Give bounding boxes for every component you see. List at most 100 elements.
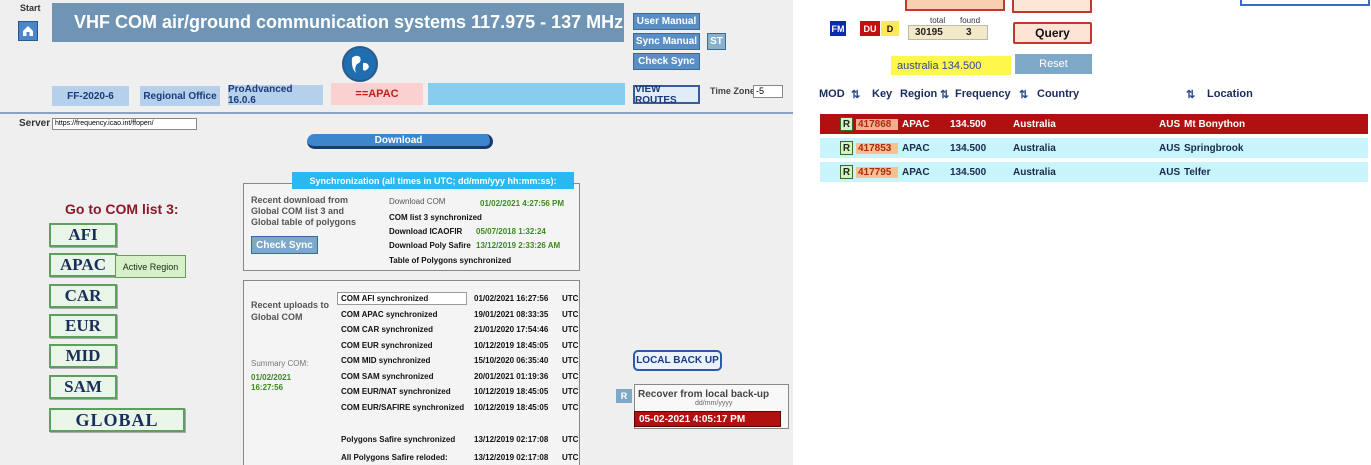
sync-manual-button[interactable]: Sync Manual: [633, 33, 700, 50]
timezone-input[interactable]: -5: [753, 85, 783, 98]
upload-tz: UTC: [562, 310, 579, 319]
record-button[interactable]: R: [840, 141, 853, 155]
recover-input[interactable]: 05-02-2021 4:05:17 PM: [634, 411, 781, 427]
upload-date: 01/02/2021 16:27:56: [474, 294, 549, 303]
divider: [0, 112, 793, 114]
st-button[interactable]: ST: [707, 33, 726, 50]
sort-icon[interactable]: ⇅: [851, 88, 860, 101]
check-sync-panel-button[interactable]: Check Sync: [251, 236, 318, 254]
poly-name: All Polygons Safire reloded:: [341, 453, 448, 462]
com-sync-form: Start VHF COM air/ground communication s…: [0, 0, 793, 465]
row-key: 417868: [856, 118, 898, 130]
fm-button[interactable]: FM: [830, 21, 846, 36]
search-input[interactable]: australia 134.500: [891, 56, 1011, 75]
upload-name: COM SAM synchronized: [341, 372, 434, 381]
upload-tz: UTC: [562, 372, 579, 381]
query-button[interactable]: Query: [1013, 22, 1092, 44]
record-button[interactable]: R: [840, 117, 853, 131]
download-poly-label: Download Poly Safire: [389, 241, 471, 250]
row-region: APAC: [902, 142, 930, 154]
row-frequency: 134.500: [950, 142, 987, 154]
sync-header: Synchronization (all times in UTC; dd/mm…: [292, 172, 574, 189]
start-label: Start: [20, 3, 41, 13]
download-icaofir-date: 05/07/2018 1:32:24: [476, 227, 546, 236]
row-region: APAC: [902, 166, 930, 178]
sort-icon[interactable]: ⇅: [1186, 88, 1195, 101]
reset-button[interactable]: Reset: [1015, 54, 1092, 74]
upload-date: 20/01/2021 01:19:36: [474, 372, 549, 381]
upload-tz: UTC: [562, 403, 579, 412]
nav-eur[interactable]: EUR: [49, 314, 117, 338]
nav-apac[interactable]: APAC: [49, 253, 117, 277]
nav-sam[interactable]: SAM: [49, 375, 117, 399]
top-control-stub: [905, 0, 1005, 11]
timezone-label: Time Zone: [710, 86, 755, 96]
local-backup-button[interactable]: LOCAL BACK UP: [633, 350, 722, 371]
record-button[interactable]: R: [840, 165, 853, 179]
summary-com-date: 01/02/2021 16:27:56: [251, 373, 292, 392]
row-frequency: 134.500: [950, 166, 987, 178]
home-button[interactable]: [18, 21, 38, 41]
ff-version-tag: FF-2020-6: [52, 86, 129, 106]
upload-date: 21/01/2020 17:54:46: [474, 325, 549, 334]
poly-tz: UTC: [562, 435, 579, 444]
server-label: Server: [19, 118, 51, 129]
nav-mid[interactable]: MID: [49, 344, 117, 368]
upload-name: COM EUR/NAT synchronized: [341, 387, 451, 396]
upload-date: 15/10/2020 06:35:40: [474, 356, 549, 365]
download-button[interactable]: Download: [307, 134, 493, 149]
upload-tz: UTC: [562, 341, 579, 350]
sort-icon[interactable]: ⇅: [1019, 88, 1028, 101]
upload-name: COM CAR synchronized: [341, 325, 434, 334]
upload-date: 10/12/2019 18:45:05: [474, 403, 549, 412]
check-sync-button[interactable]: Check Sync: [633, 53, 700, 70]
recent-uploads-label: Recent uploads to Global COM: [251, 300, 330, 322]
r-button[interactable]: R: [616, 389, 632, 403]
col-header-mod[interactable]: MOD: [819, 88, 845, 100]
table-row[interactable]: R 417868 APAC 134.500 Australia AUS Mt Bonytho…: [820, 114, 1368, 134]
col-header-country[interactable]: Country: [1037, 88, 1092, 100]
recent-download-label: Recent download from Global COM list 3 a…: [251, 195, 357, 227]
download-icaofir-label: Download ICAOFIR: [389, 227, 463, 236]
search-results-panel: FM DU D total found 30195 3 Query austra…: [815, 0, 1371, 465]
poly-tz: UTC: [562, 453, 579, 462]
row-country: Australia: [1013, 118, 1056, 130]
nav-global[interactable]: GLOBAL: [49, 408, 185, 432]
home-icon: [23, 26, 33, 36]
col-header-key[interactable]: Key: [872, 88, 893, 100]
row-key: 417853: [856, 142, 898, 154]
poly-name: Polygons Safire synchronized: [341, 435, 456, 444]
nav-afi[interactable]: AFI: [49, 223, 117, 247]
recover-label: Recover from local back-up: [638, 389, 770, 400]
table-row[interactable]: R 417853 APAC 134.500 Australia AUS Springbroo…: [820, 138, 1368, 158]
globe-icon: [342, 46, 378, 82]
regional-office-tag: Regional Office: [140, 86, 220, 106]
row-country: Australia: [1013, 142, 1056, 154]
upload-name: COM MID synchronized: [341, 356, 431, 365]
download-com-label: Download COM: [389, 197, 446, 206]
server-input[interactable]: https://frequency.icao.int/ffopen/: [52, 118, 197, 130]
du-button[interactable]: DU: [860, 21, 880, 36]
row-code: AUS: [1159, 142, 1181, 154]
table-poly-synced: Table of Polygons synchronized: [389, 256, 512, 265]
pro-version-tag: ProAdvanced 16.0.6: [228, 84, 323, 106]
upload-name: COM EUR/SAFIRE synchronized: [341, 403, 465, 412]
col-header-location[interactable]: Location: [1207, 88, 1262, 100]
view-routes-button[interactable]: VIEW ROUTES: [633, 84, 700, 106]
table-row[interactable]: R 417795 APAC 134.500 Australia AUS Telfer: [820, 162, 1368, 182]
poly-date: 13/12/2019 02:17:08: [474, 453, 549, 462]
col-header-frequency[interactable]: Frequency: [955, 88, 1011, 100]
user-manual-button[interactable]: User Manual: [633, 13, 700, 30]
status-bar: [428, 83, 625, 105]
row-country: Australia: [1013, 166, 1056, 178]
download-com-date: 01/02/2021 4:27:56 PM: [480, 199, 565, 208]
col-header-region[interactable]: Region: [900, 88, 938, 100]
d-button[interactable]: D: [881, 21, 899, 36]
region-tag: ==APAC: [331, 83, 423, 105]
top-control-stub: [1012, 0, 1092, 13]
upload-name: COM EUR synchronized: [341, 341, 433, 350]
upload-date: 10/12/2019 18:45:05: [474, 341, 549, 350]
upload-date: 19/01/2021 08:33:35: [474, 310, 549, 319]
sort-icon[interactable]: ⇅: [940, 88, 949, 101]
nav-car[interactable]: CAR: [49, 284, 117, 308]
